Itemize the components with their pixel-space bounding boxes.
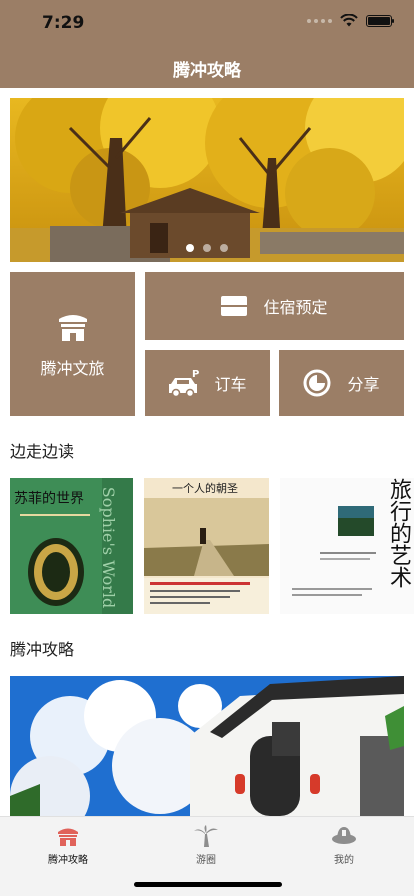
cellular-signal-icon — [307, 18, 332, 23]
book-cover-art — [144, 478, 269, 614]
tab-label: 腾冲攻略 — [48, 855, 88, 866]
lodging-booking-tile[interactable]: 住宿预定 — [145, 272, 404, 340]
temple-icon — [58, 828, 78, 846]
car-icon: P — [169, 369, 200, 398]
palm-tree-icon — [194, 825, 218, 847]
hat-icon — [332, 827, 356, 844]
app-screen: 7:29 腾冲攻略 腾冲文旅 住宿预定 P 订车 分享 边走边读 苏菲的世界 S… — [0, 0, 414, 896]
culture-tourism-tile[interactable]: 腾冲文旅 — [10, 272, 135, 416]
tab-strategy[interactable]: 腾冲攻略 — [8, 825, 128, 866]
wifi-icon — [340, 14, 358, 27]
home-indicator[interactable] — [134, 882, 282, 887]
culture-tourism-label: 腾冲文旅 — [40, 359, 105, 378]
page-title: 腾冲攻略 — [173, 61, 241, 81]
navigation-bar: 7:29 腾冲攻略 — [0, 0, 414, 88]
tab-label: 游圈 — [196, 855, 216, 866]
share-label: 分享 — [347, 375, 380, 394]
banner-carousel[interactable] — [10, 98, 404, 262]
car-rental-label: 订车 — [214, 375, 247, 394]
guide-photo-image — [10, 676, 404, 816]
tab-label: 我的 — [334, 855, 354, 866]
book-title: 苏菲的世界 — [14, 491, 84, 507]
pager-dot[interactable] — [220, 244, 228, 252]
building-icon — [58, 315, 87, 341]
share-icon — [303, 369, 331, 397]
book-list: 苏菲的世界 Sophie's World 一个人的朝圣 旅行的艺术 — [10, 478, 414, 614]
book-cover[interactable]: 一个人的朝圣 — [144, 478, 269, 614]
book-title: 一个人的朝圣 — [172, 482, 238, 495]
guide-photo[interactable] — [10, 676, 404, 816]
pager-dot[interactable] — [203, 244, 211, 252]
tab-profile[interactable]: 我的 — [284, 825, 404, 866]
status-time: 7:29 — [42, 13, 85, 33]
lodging-booking-label: 住宿预定 — [263, 298, 328, 317]
car-rental-tile[interactable]: P 订车 — [145, 350, 270, 416]
banner-image — [10, 98, 404, 262]
book-spine-title: Sophie's World — [98, 486, 118, 609]
guide-section-title: 腾冲攻略 — [10, 640, 75, 659]
tab-circle[interactable]: 游圈 — [146, 825, 266, 866]
bed-icon — [221, 296, 248, 316]
book-title: 旅行的艺术 — [386, 478, 411, 588]
book-cover[interactable]: 苏菲的世界 Sophie's World — [10, 478, 133, 614]
status-icons — [307, 14, 394, 27]
book-cover[interactable]: 旅行的艺术 — [280, 478, 414, 614]
battery-icon — [366, 14, 394, 27]
carousel-pager[interactable] — [10, 244, 404, 252]
pager-dot[interactable] — [186, 244, 194, 252]
share-tile[interactable]: 分享 — [279, 350, 404, 416]
reading-section-title: 边走边读 — [10, 442, 75, 461]
svg-text:P: P — [192, 369, 199, 380]
